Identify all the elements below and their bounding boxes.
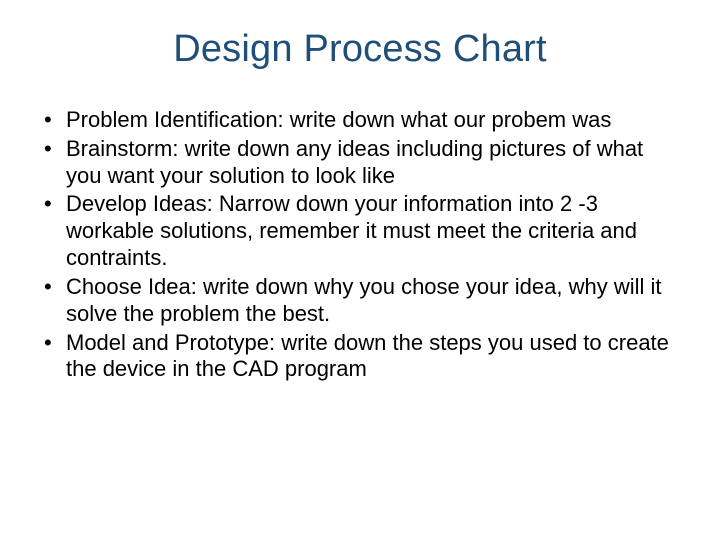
slide-title: Design Process Chart — [34, 28, 686, 71]
bullet-list: Problem Identification: write down what … — [34, 107, 686, 383]
list-item: Choose Idea: write down why you chose yo… — [38, 274, 680, 328]
list-item: Develop Ideas: Narrow down your informat… — [38, 191, 680, 271]
list-item: Model and Prototype: write down the step… — [38, 330, 680, 384]
list-item: Problem Identification: write down what … — [38, 107, 680, 134]
slide: Design Process Chart Problem Identificat… — [0, 0, 720, 540]
list-item: Brainstorm: write down any ideas includi… — [38, 136, 680, 190]
